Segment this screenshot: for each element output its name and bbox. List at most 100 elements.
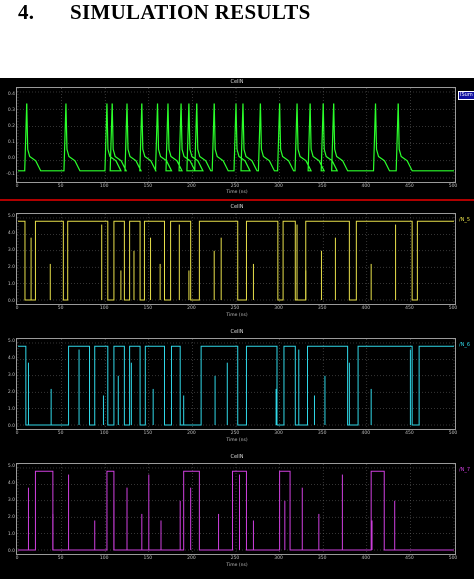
plot-area[interactable]: [16, 213, 456, 305]
y-tick-label: 0.4: [7, 92, 15, 97]
y-tick-label: 2.0: [7, 390, 15, 395]
y-tick-label: 0.1: [7, 140, 15, 145]
x-tick-label: 0: [15, 556, 19, 561]
x-tick-label: 50: [57, 556, 64, 561]
x-tick-label: 450: [405, 431, 414, 436]
x-tick-label: 400: [361, 556, 371, 561]
x-tick-label: 350: [317, 184, 327, 189]
y-tick-label: 0.0: [7, 549, 15, 554]
section-title: SIMULATION RESULTS: [70, 0, 311, 24]
plot-area[interactable]: [16, 463, 456, 555]
x-tick-label: 250: [230, 306, 240, 311]
x-tick-label: 350: [317, 431, 327, 436]
series-line: [18, 345, 454, 426]
y-tick-label: 0.0: [7, 299, 15, 304]
y-tick-label: -0.1: [6, 172, 15, 177]
x-tick-label: 500: [448, 306, 458, 311]
x-tick-label: 300: [274, 306, 283, 311]
waveform-svg: [17, 88, 455, 182]
x-tick-label: 450: [405, 306, 414, 311]
x-tick-label: 100: [99, 556, 109, 561]
x-axis-label: Time (ns): [226, 563, 248, 568]
x-tick-label: 100: [99, 184, 109, 189]
x-tick-label: 400: [361, 431, 371, 436]
section-number: 4.: [18, 0, 35, 24]
y-tick-label: 5.0: [7, 464, 15, 469]
x-tick-label: 500: [448, 556, 458, 561]
waveform-svg: [17, 339, 455, 429]
y-tick-label: 3.0: [7, 498, 15, 503]
y-tick-label: 4.0: [7, 356, 15, 361]
y-tick-label: 2.0: [7, 515, 15, 520]
x-tick-label: 400: [361, 306, 371, 311]
x-tick-label: 0: [15, 306, 19, 311]
y-tick-label: 1.0: [7, 282, 15, 287]
y-tick-label: 4.0: [7, 231, 15, 236]
x-axis-label: Time (ns): [226, 438, 248, 443]
x-tick-label: 450: [405, 556, 414, 561]
panel-title: CellN: [230, 79, 244, 85]
waveform-viewer: CellN 0.4 0.3 0.2 0.1 0.0 -0.1 Time (ns)…: [0, 78, 474, 579]
x-tick-label: 150: [143, 184, 153, 189]
x-tick-label: 250: [230, 431, 240, 436]
y-tick-label: 1.0: [7, 407, 15, 412]
section-heading: 4. SIMULATION RESULTS: [18, 0, 311, 25]
y-tick-label: 1.0: [7, 532, 15, 537]
x-tick-label: 200: [187, 431, 196, 436]
x-tick-label: 250: [230, 556, 240, 561]
panel-title: CellN: [230, 204, 244, 210]
series-line: [18, 220, 454, 301]
legend-n6[interactable]: /N_6: [458, 342, 471, 349]
y-tick-label: 5.0: [7, 214, 15, 219]
x-tick-label: 50: [57, 306, 64, 311]
x-tick-label: 250: [230, 184, 240, 189]
x-tick-label: 300: [274, 184, 283, 189]
panel-title: CellN: [230, 454, 244, 460]
x-tick-label: 400: [361, 184, 371, 189]
x-tick-label: 300: [274, 556, 283, 561]
x-tick-label: 150: [143, 306, 153, 311]
waveform-panel-n5: CellN 5.0 4.0 3.0 2.0 1.0 0.0 Time (ns) …: [0, 203, 474, 327]
y-tick-label: 4.0: [7, 481, 15, 486]
legend-n5[interactable]: /N_5: [458, 217, 471, 224]
x-tick-label: 500: [448, 184, 458, 189]
x-tick-label: 500: [448, 431, 458, 436]
x-tick-label: 100: [99, 306, 109, 311]
x-tick-label: 100: [99, 431, 109, 436]
x-axis-label: Time (ns): [226, 190, 248, 195]
series-line: [18, 470, 454, 551]
y-tick-label: 0.0: [7, 156, 15, 161]
x-tick-label: 300: [274, 431, 283, 436]
x-tick-label: 350: [317, 556, 327, 561]
y-tick-label: 0.0: [7, 424, 15, 429]
panel-title: CellN: [230, 329, 244, 335]
x-tick-label: 200: [187, 306, 196, 311]
waveform-panel-isum: CellN 0.4 0.3 0.2 0.1 0.0 -0.1 Time (ns)…: [0, 78, 474, 198]
y-tick-label: 3.0: [7, 373, 15, 378]
waveform-panel-n6: CellN 5.0 4.0 3.0 2.0 1.0 0.0 Time (ns) …: [0, 328, 474, 452]
x-tick-label: 200: [187, 184, 196, 189]
x-tick-label: 0: [15, 431, 19, 436]
plot-area[interactable]: [16, 338, 456, 430]
x-tick-label: 150: [143, 556, 153, 561]
y-tick-label: 0.3: [7, 108, 15, 113]
waveform-svg: [17, 214, 455, 304]
y-tick-label: 2.0: [7, 265, 15, 270]
y-tick-label: 3.0: [7, 248, 15, 253]
x-tick-label: 50: [57, 184, 64, 189]
x-tick-label: 350: [317, 306, 327, 311]
legend-isum[interactable]: ISum: [458, 91, 474, 100]
y-tick-label: 0.2: [7, 124, 15, 129]
x-tick-label: 0: [15, 184, 19, 189]
x-tick-label: 200: [187, 556, 196, 561]
plot-area[interactable]: [16, 87, 456, 183]
panel-separator: [0, 199, 474, 201]
x-tick-label: 450: [405, 184, 414, 189]
x-tick-label: 50: [57, 431, 64, 436]
waveform-svg: [17, 464, 455, 554]
legend-n7[interactable]: /N_7: [458, 467, 471, 474]
y-tick-label: 5.0: [7, 339, 15, 344]
waveform-panel-n7: CellN 5.0 4.0 3.0 2.0 1.0 0.0 Time (ns) …: [0, 453, 474, 579]
x-tick-label: 150: [143, 431, 153, 436]
x-axis-label: Time (ns): [226, 313, 248, 318]
